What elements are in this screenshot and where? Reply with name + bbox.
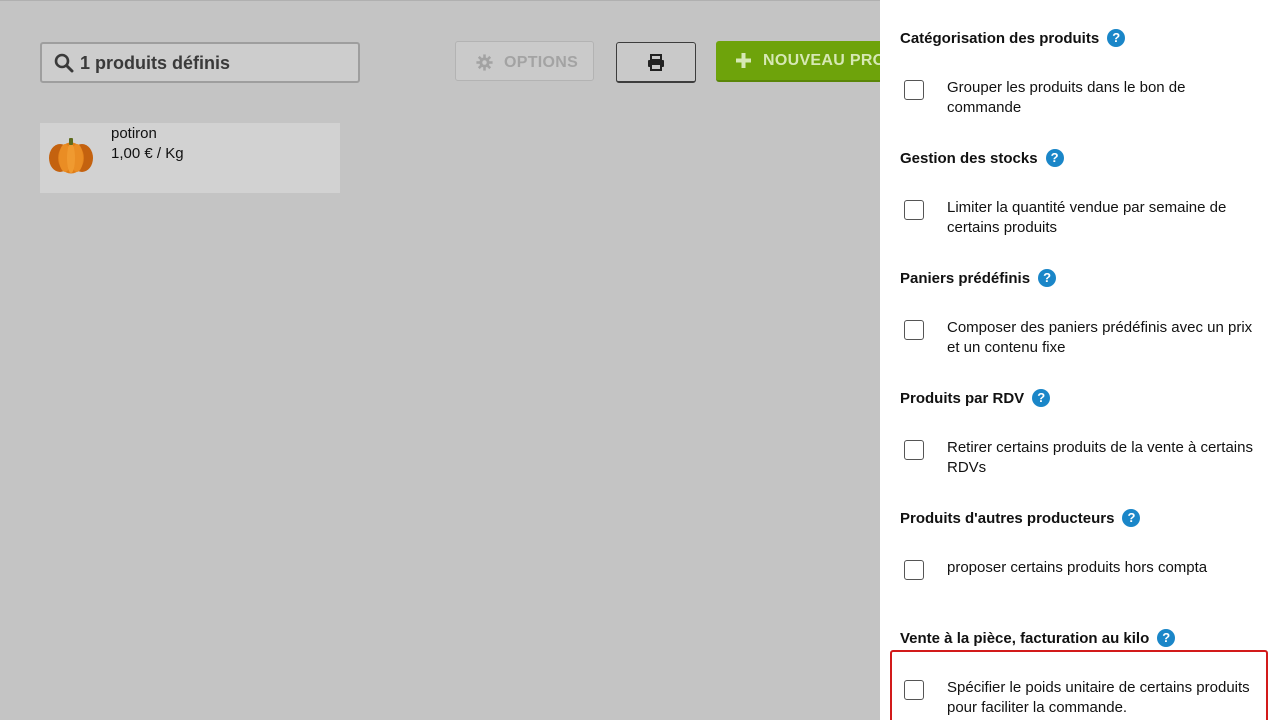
help-icon[interactable]: ?	[1122, 509, 1141, 528]
plus-icon	[736, 53, 751, 68]
product-name: potiron	[111, 125, 157, 142]
checkbox-categorisation[interactable]	[904, 80, 924, 100]
help-icon[interactable]: ?	[1032, 389, 1051, 408]
product-price: 1,00 € / Kg	[111, 145, 184, 162]
option-label-vente-piece: Spécifier le poids unitaire de certains …	[947, 679, 1250, 716]
option-label-rdv: Retirer certains produits de la vente à …	[947, 439, 1253, 476]
section-title-rdv: Produits par RDV?	[900, 389, 1051, 408]
printer-icon	[648, 54, 664, 71]
help-icon[interactable]: ?	[1045, 149, 1064, 168]
search-icon	[54, 53, 74, 73]
help-icon[interactable]: ?	[1107, 29, 1126, 48]
option-label-paniers: Composer des paniers prédéfinis avec un …	[947, 319, 1253, 356]
section-title-vente-piece: Vente à la pièce, facturation au kilo?	[900, 629, 1176, 648]
help-icon[interactable]: ?	[1157, 629, 1176, 648]
product-count-label: 1 produits définis	[80, 53, 231, 73]
option-label-autres-producteurs: proposer certains produits hors compta	[947, 559, 1208, 576]
pumpkin-image	[49, 138, 93, 174]
checkbox-autres-producteurs[interactable]	[904, 560, 924, 580]
section-title-paniers: Paniers prédéfinis?	[900, 269, 1057, 288]
options-label: OPTIONS	[504, 54, 579, 71]
checkbox-stocks[interactable]	[904, 200, 924, 220]
option-label-categorisation: Grouper les produits dans le bon de comm…	[947, 79, 1186, 116]
checkbox-rdv[interactable]	[904, 440, 924, 460]
options-button[interactable]: OPTIONS	[455, 41, 594, 81]
product-card[interactable]: potiron 1,00 € / Kg	[40, 123, 340, 193]
checkbox-paniers[interactable]	[904, 320, 924, 340]
product-options-panel: Catégorisation des produits? Grouper les…	[880, 0, 1280, 720]
print-button[interactable]	[616, 42, 696, 83]
option-label-stocks: Limiter la quantité vendue par semaine d…	[947, 199, 1227, 236]
gear-icon	[476, 54, 493, 71]
checkbox-vente-piece[interactable]	[904, 680, 924, 700]
section-title-autres-producteurs: Produits d'autres producteurs?	[900, 509, 1141, 528]
section-title-categorisation: Catégorisation des produits?	[900, 29, 1126, 48]
product-search-box[interactable]: 1 produits définis	[40, 42, 360, 83]
help-icon[interactable]: ?	[1038, 269, 1057, 288]
section-title-stocks: Gestion des stocks?	[900, 149, 1064, 168]
